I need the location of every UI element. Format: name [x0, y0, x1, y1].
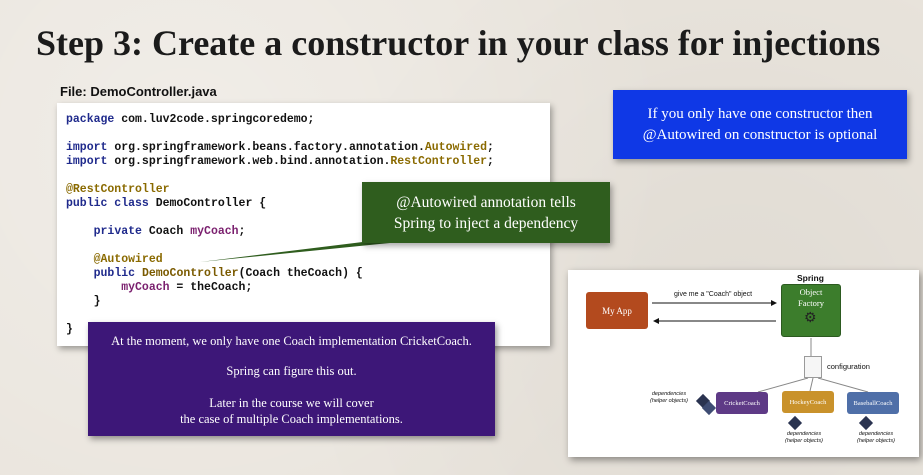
code-line-class-declaration: public class DemoController {	[66, 197, 267, 210]
callout-text: @Autowired annotation tells	[396, 193, 576, 211]
file-label: File: DemoController.java	[60, 84, 217, 99]
code-line-restcontroller-annotation: @RestController	[66, 183, 170, 196]
spring-label: Spring	[797, 273, 824, 283]
code-line-assignment: myCoach = theCoach;	[121, 281, 253, 294]
one-implementation-callout: At the moment, we only have one Coach im…	[88, 322, 495, 436]
callout-text-line: Later in the course we will cover	[209, 396, 374, 410]
my-app-box: My App	[586, 292, 648, 329]
code-line-autowired-annotation: @Autowired	[66, 253, 163, 266]
spring-diagram: Spring My App give me a "Coach" object O…	[568, 270, 919, 457]
request-label: give me a "Coach" object	[674, 291, 753, 298]
callout-text: Spring to inject a dependency	[393, 214, 579, 232]
code-line-constructor: public DemoController(Coach theCoach) {	[93, 267, 363, 280]
code-line-class-close: }	[66, 323, 73, 336]
callout-text: At the moment, we only have one Coach im…	[111, 334, 472, 348]
slide-title: Step 3: Create a constructor in your cla…	[36, 23, 881, 63]
dependencies-label: dependencies (helper objects)	[785, 431, 823, 445]
code-keyword: package	[66, 113, 115, 126]
dependencies-text: dependencies	[651, 391, 687, 397]
dependencies-label: dependencies (helper objects)	[650, 391, 688, 405]
code-line-constructor-close: }	[66, 295, 101, 308]
code-keyword: import	[66, 155, 108, 168]
code-keyword: import	[66, 141, 108, 154]
dependencies-label: dependencies (helper objects)	[857, 431, 895, 445]
callout-text: Spring can figure this out.	[226, 364, 357, 378]
callout-text: Later in the course we will cover the ca…	[88, 395, 495, 427]
helper-objects-text: (helper objects)	[650, 398, 688, 404]
helper-objects-text: (helper objects)	[785, 438, 823, 444]
code-line-import-autowired: import org.springframework.beans.factory…	[66, 141, 494, 154]
callout-text-line: the case of multiple Coach implementatio…	[180, 412, 403, 426]
dependencies-text: dependencies	[858, 431, 894, 437]
code-package-name: com.luv2code.springcoredemo;	[121, 113, 315, 126]
callout-text: @Autowired on constructor is optional	[642, 126, 878, 143]
factory-label-line: Object	[799, 287, 823, 297]
configuration-label: configuration	[827, 362, 870, 371]
gears-icon: ⚙	[804, 311, 817, 326]
helper-objects-text: (helper objects)	[857, 438, 895, 444]
code-line-package: package com.luv2code.springcoredemo;	[66, 113, 314, 127]
code-line-import-restcontroller: import org.springframework.web.bind.anno…	[66, 155, 494, 168]
callout-text: If you only have one constructor then	[647, 105, 873, 122]
object-factory-box: Object Factory ⚙	[781, 284, 841, 337]
factory-label-line: Factory	[798, 298, 824, 308]
optional-autowired-callout: If you only have one constructor then @A…	[613, 90, 907, 159]
autowired-annotation-callout: @Autowired annotation tells Spring to in…	[362, 182, 610, 243]
cricket-coach-box: CricketCoach	[716, 392, 768, 414]
document-icon	[804, 356, 822, 378]
dependencies-text: dependencies	[786, 431, 822, 437]
code-line-field: private Coach myCoach;	[93, 225, 246, 238]
baseball-coach-box: BaseballCoach	[847, 392, 899, 414]
hockey-coach-box: HockeyCoach	[782, 391, 834, 413]
